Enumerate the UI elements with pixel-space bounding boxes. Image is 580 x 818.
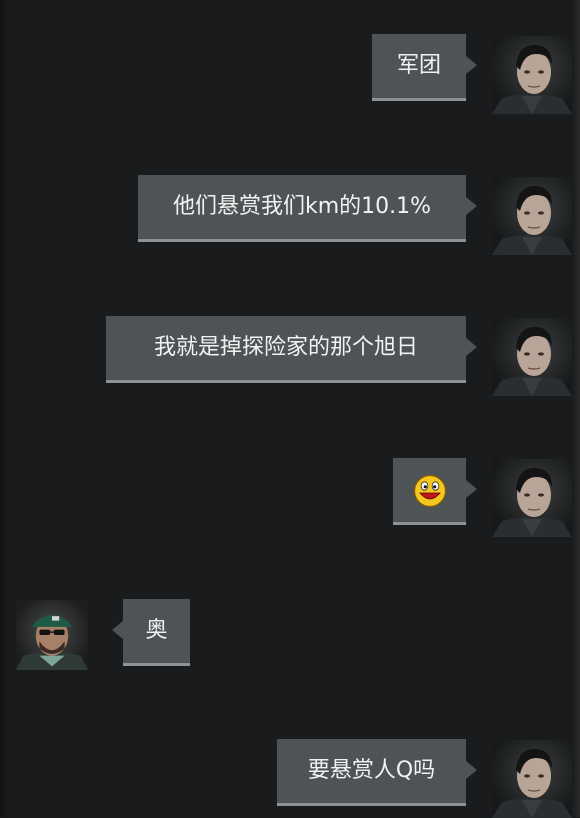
message-text: 奥 bbox=[145, 618, 168, 643]
message-bubble[interactable]: 他们悬赏我们km的10.1% bbox=[138, 175, 477, 242]
message-bubble[interactable]: 我就是掉探险家的那个旭日 bbox=[106, 316, 477, 383]
message-bubble[interactable]: 要悬赏人Q吗 bbox=[277, 739, 477, 806]
message-text: 他们悬赏我们km的10.1% bbox=[172, 194, 432, 219]
message-text: 军团 bbox=[396, 53, 441, 78]
cap-sunglasses-portrait-icon[interactable] bbox=[16, 600, 88, 670]
grinning-face-icon bbox=[413, 474, 446, 508]
officer-portrait-icon[interactable] bbox=[492, 740, 572, 818]
message-bubble[interactable]: 奥 bbox=[112, 599, 190, 666]
left-edge bbox=[0, 0, 8, 817]
message-bubble[interactable]: 军团 bbox=[372, 34, 477, 101]
officer-portrait-icon[interactable] bbox=[492, 177, 572, 255]
officer-portrait-icon[interactable] bbox=[492, 318, 572, 396]
officer-portrait-icon[interactable] bbox=[492, 36, 572, 114]
right-edge bbox=[572, 0, 580, 817]
officer-portrait-icon[interactable] bbox=[492, 459, 572, 537]
message-text: 要悬赏人Q吗 bbox=[307, 758, 436, 783]
message-bubble[interactable] bbox=[393, 458, 477, 525]
message-text: 我就是掉探险家的那个旭日 bbox=[153, 335, 418, 360]
